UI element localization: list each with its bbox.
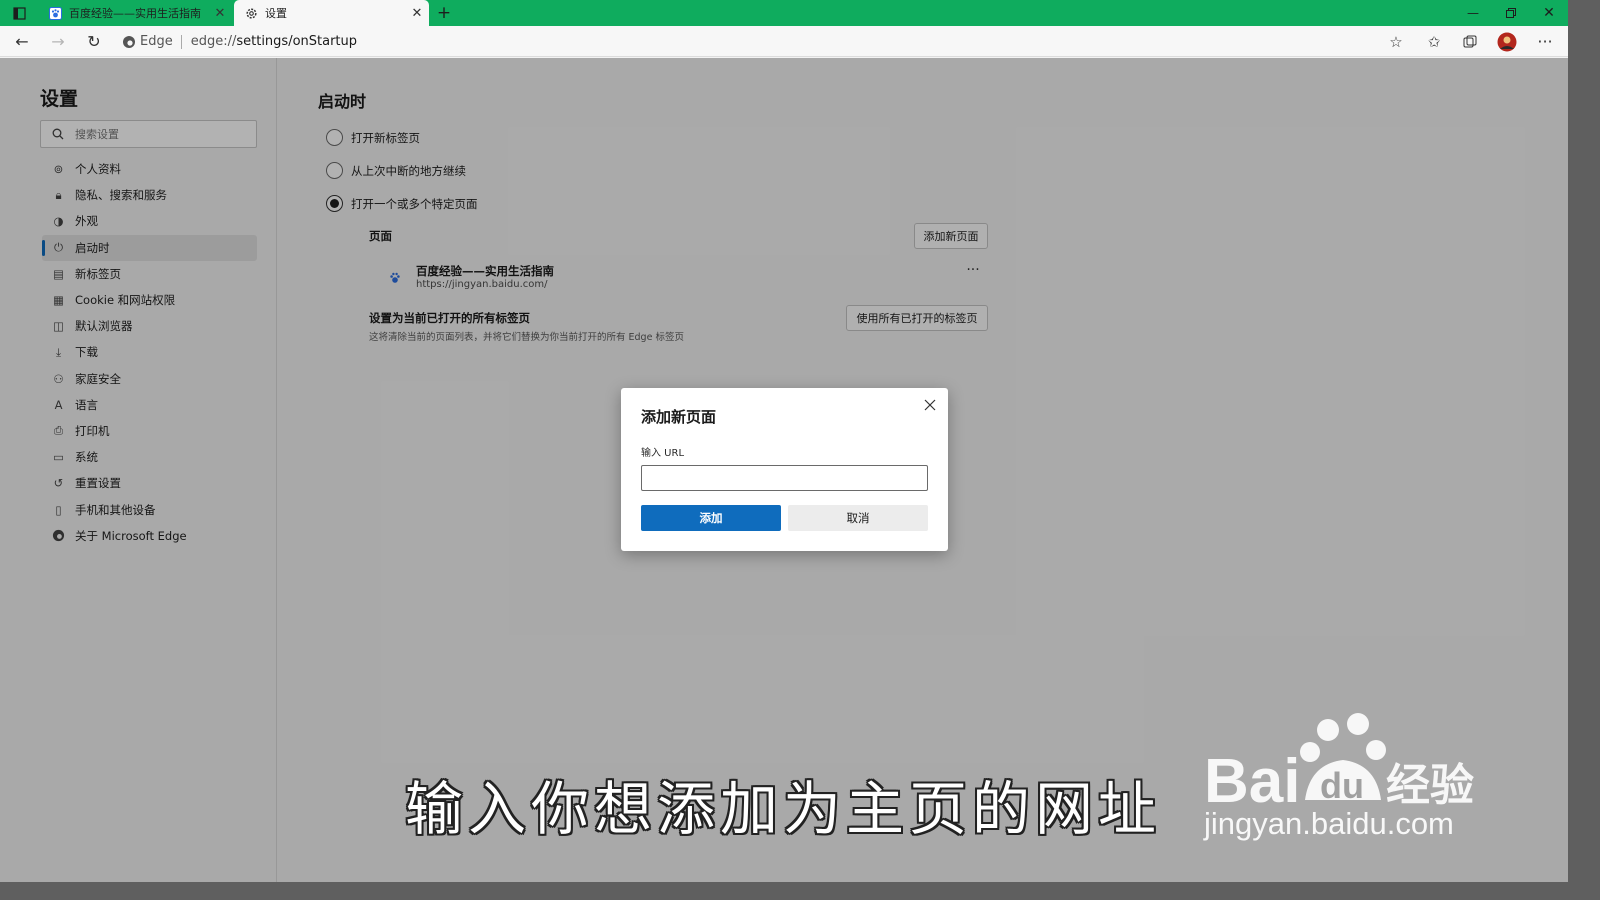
close-icon[interactable] bbox=[919, 394, 941, 416]
profile-avatar[interactable] bbox=[1491, 26, 1523, 57]
tab-settings[interactable]: 设置 ✕ bbox=[234, 0, 429, 26]
url-field-label: 输入 URL bbox=[641, 448, 685, 459]
collections-icon[interactable] bbox=[1454, 26, 1486, 57]
new-tab-plus-icon[interactable]: + bbox=[432, 0, 456, 26]
url-prefix: edge:// bbox=[190, 34, 237, 49]
add-favorite-icon[interactable]: ☆ bbox=[1380, 26, 1412, 57]
tab-title: 百度经验——实用生活指南 bbox=[69, 7, 201, 20]
edge-logo-icon bbox=[122, 35, 136, 49]
gear-icon bbox=[244, 6, 258, 20]
watermark-url: jingyan.baidu.com bbox=[1204, 806, 1454, 841]
tab-title: 设置 bbox=[265, 7, 287, 20]
back-icon[interactable]: ← bbox=[6, 26, 38, 57]
more-menu-icon[interactable]: ··· bbox=[1529, 26, 1561, 57]
url-main: settings/onStartup bbox=[236, 34, 358, 49]
minimize-icon[interactable]: — bbox=[1454, 0, 1492, 26]
close-tab-icon[interactable]: ✕ bbox=[405, 6, 429, 21]
video-caption: 输入你想添加为主页的网址 bbox=[404, 775, 1161, 843]
address-bar-row: ← → ↻ Edge edge://settings/onStartup ☆ ✩… bbox=[0, 26, 1568, 57]
add-button[interactable]: 添加 bbox=[641, 505, 781, 531]
browser-label: Edge bbox=[140, 34, 173, 49]
browser-window: 百度经验——实用生活指南 ✕ 设置 ✕ + — ✕ ← → ↻ Edge edg… bbox=[0, 0, 1568, 882]
tab-actions-icon[interactable] bbox=[6, 0, 32, 26]
forward-icon[interactable]: → bbox=[42, 26, 74, 57]
address-separator bbox=[180, 34, 182, 49]
dialog-title: 添加新页面 bbox=[641, 408, 717, 426]
url-input[interactable] bbox=[641, 465, 928, 491]
tab-bar: 百度经验——实用生活指南 ✕ 设置 ✕ + — ✕ bbox=[0, 0, 1568, 26]
baidu-paw-icon bbox=[48, 6, 62, 20]
favorites-icon[interactable]: ✩ bbox=[1418, 26, 1450, 57]
tab-baidu-jingyan[interactable]: 百度经验——实用生活指南 ✕ bbox=[38, 0, 232, 26]
add-page-dialog: 添加新页面 输入 URL 添加 取消 bbox=[621, 388, 948, 551]
svg-text:经验: 经验 bbox=[1386, 760, 1474, 811]
svg-text:du: du bbox=[1320, 765, 1364, 806]
close-tab-icon[interactable]: ✕ bbox=[208, 6, 232, 21]
refresh-icon[interactable]: ↻ bbox=[78, 26, 110, 57]
url-text[interactable]: edge://settings/onStartup bbox=[191, 34, 357, 49]
cancel-button[interactable]: 取消 bbox=[788, 505, 928, 531]
restore-icon[interactable] bbox=[1492, 0, 1530, 26]
address-bar[interactable]: Edge edge://settings/onStartup bbox=[122, 29, 1412, 54]
close-window-icon[interactable]: ✕ bbox=[1530, 0, 1568, 26]
